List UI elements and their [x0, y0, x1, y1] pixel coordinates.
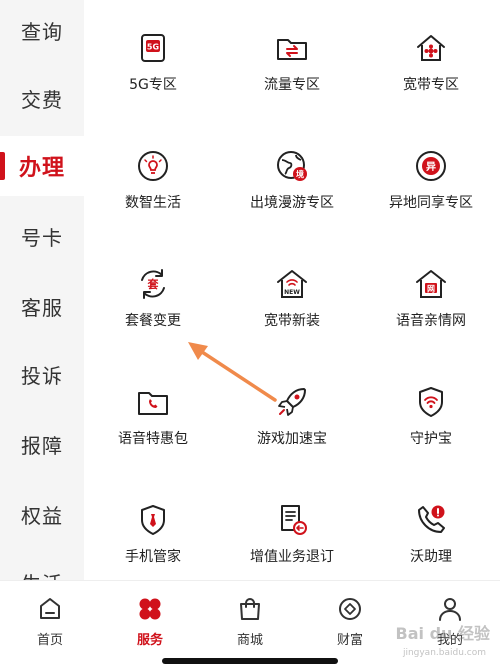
service-label: 异地同享专区: [389, 195, 473, 211]
service-grid: 5G 5G专区 流量专区 宽带专区 数智生活 境 出境漫游专区 异 异地同享专区…: [84, 0, 500, 580]
service-assistant[interactable]: 沃助理: [362, 472, 500, 572]
service-family-network[interactable]: 网 语音亲情网: [362, 236, 500, 336]
sidebar-item-label: 号卡: [21, 225, 63, 250]
service-label: 游戏加速宝: [257, 431, 327, 447]
sidebar-item-customer-service[interactable]: 客服: [0, 276, 84, 336]
service-new-broadband[interactable]: NEW 宽带新装: [223, 236, 361, 336]
service-remote-share-zone[interactable]: 异 异地同享专区: [362, 118, 500, 218]
rocket-icon: [278, 388, 306, 416]
sidebar-item-label: 报障: [21, 433, 63, 458]
sidebar-item-label: 交费: [21, 87, 63, 112]
service-label: 出境漫游专区: [250, 195, 334, 211]
5g-badge: 5G: [147, 43, 159, 52]
watermark: Bai du 经验: [395, 624, 490, 643]
nav-service[interactable]: 服务: [100, 595, 200, 648]
sidebar-item-life[interactable]: 生活: [0, 552, 84, 581]
service-roaming-zone[interactable]: 境 出境漫游专区: [223, 118, 361, 218]
sidebar-item-label: 查询: [21, 19, 63, 44]
service-label: 数智生活: [125, 195, 181, 211]
voice-package-icon: [138, 392, 168, 415]
nav-label: 服务: [136, 633, 163, 648]
remote-badge: 异: [426, 161, 436, 173]
sidebar-item-payment[interactable]: 交费: [0, 68, 84, 128]
sidebar-item-label: 生活: [21, 568, 63, 581]
service-label: 守护宝: [410, 431, 452, 447]
plan-change-icon: 套: [141, 269, 165, 299]
plan-badge: 套: [148, 277, 160, 291]
user-icon: [439, 598, 461, 621]
guard-shield-icon: [419, 387, 443, 417]
globe-roaming-icon: 境: [277, 151, 307, 181]
service-label: 语音特惠包: [118, 431, 188, 447]
roaming-badge: 境: [296, 169, 304, 179]
sidebar-item-label: 客服: [21, 295, 63, 320]
data-folder-icon: [277, 39, 307, 60]
service-label: 流量专区: [264, 77, 320, 93]
phone-manager-icon: [141, 505, 165, 535]
service-label: 宽带专区: [403, 77, 459, 93]
service-unsubscribe[interactable]: 增值业务退订: [223, 472, 361, 572]
service-smart-life[interactable]: 数智生活: [84, 118, 222, 218]
sidebar-item-label: 办理: [18, 156, 65, 181]
home-indicator[interactable]: [162, 658, 338, 664]
nav-shop[interactable]: 商城: [200, 595, 300, 648]
service-plan-change[interactable]: 套 套餐变更: [84, 236, 222, 336]
service-guard[interactable]: 守护宝: [362, 354, 500, 454]
shop-bag-icon: [240, 598, 260, 620]
unsubscribe-icon: [281, 505, 307, 535]
sidebar-item-complaint[interactable]: 投诉: [0, 344, 84, 404]
service-label: 沃助理: [410, 549, 452, 565]
service-label: 语音亲情网: [396, 313, 466, 329]
nav-wealth[interactable]: 财富: [300, 595, 400, 648]
sidebar-item-label: 权益: [21, 503, 63, 528]
assistant-phone-icon: [418, 505, 445, 533]
service-label: 增值业务退订: [250, 549, 334, 565]
service-label: 5G专区: [129, 77, 177, 93]
sidebar-item-handle[interactable]: 办理: [0, 136, 84, 196]
lightbulb-icon: [138, 151, 168, 181]
nav-label: 财富: [336, 633, 363, 648]
sidebar-item-label: 投诉: [21, 363, 63, 388]
service-phone-manager[interactable]: 手机管家: [84, 472, 222, 572]
nav-label: 首页: [36, 633, 63, 648]
category-sidebar: 查询 交费 办理 号卡 客服 投诉 报障 权益 生活: [0, 0, 84, 580]
nav-home[interactable]: 首页: [0, 595, 100, 648]
family-network-icon: 网: [416, 270, 446, 298]
service-label: 手机管家: [125, 549, 181, 565]
service-icon: [139, 598, 161, 620]
sidebar-item-query[interactable]: 查询: [0, 0, 84, 60]
remote-share-icon: 异: [416, 151, 446, 181]
nav-label: 商城: [236, 633, 263, 648]
service-label: 宽带新装: [264, 313, 320, 329]
service-broadband-zone[interactable]: 宽带专区: [362, 0, 500, 100]
wealth-icon: [339, 598, 361, 620]
new-broadband-icon: NEW: [277, 270, 307, 298]
service-voice-package[interactable]: 语音特惠包: [84, 354, 222, 454]
broadband-house-icon: [417, 35, 445, 61]
service-data-zone[interactable]: 流量专区: [223, 0, 361, 100]
network-badge: 网: [427, 285, 435, 294]
sidebar-item-report-fault[interactable]: 报障: [0, 414, 84, 474]
sidebar-item-sim-card[interactable]: 号卡: [0, 206, 84, 266]
new-badge: NEW: [284, 289, 300, 296]
service-game-booster[interactable]: 游戏加速宝: [223, 354, 361, 454]
service-5g-zone[interactable]: 5G 5G专区: [84, 0, 222, 100]
5g-icon: 5G: [141, 34, 165, 62]
watermark-url: jingyan.baidu.com: [402, 648, 486, 658]
sidebar-item-benefits[interactable]: 权益: [0, 484, 84, 544]
service-label: 套餐变更: [125, 313, 181, 329]
home-icon: [40, 598, 60, 619]
